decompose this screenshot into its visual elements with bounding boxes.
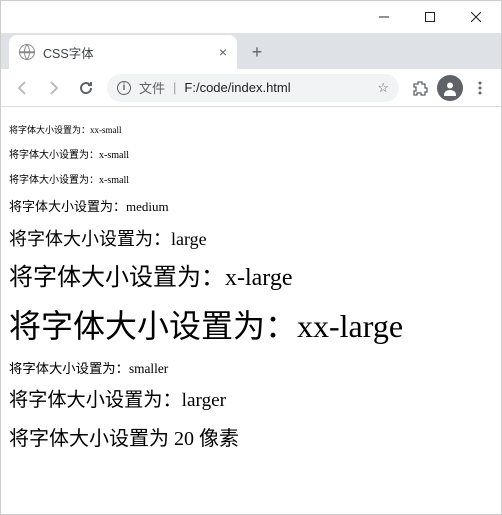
browser-tab[interactable]: CSS字体 × bbox=[9, 35, 237, 69]
url-separator: | bbox=[173, 80, 176, 95]
new-tab-button[interactable]: + bbox=[243, 38, 271, 66]
text-medium: 将字体大小设置为：medium bbox=[9, 199, 493, 216]
extensions-button[interactable] bbox=[405, 73, 435, 103]
text-xx-small: 将字体大小设置为：xx-small bbox=[9, 125, 493, 137]
globe-icon bbox=[19, 44, 35, 60]
forward-button[interactable] bbox=[39, 73, 69, 103]
window-maximize-button[interactable] bbox=[407, 2, 453, 32]
text-larger: 将字体大小设置为：larger bbox=[9, 389, 493, 414]
url-text: F:/code/index.html bbox=[184, 80, 369, 95]
window-minimize-button[interactable] bbox=[361, 2, 407, 32]
reload-button[interactable] bbox=[71, 73, 101, 103]
text-small: 将字体大小设置为：x-small bbox=[9, 174, 493, 187]
tab-close-icon[interactable]: × bbox=[219, 44, 227, 60]
menu-button[interactable] bbox=[465, 73, 495, 103]
text-x-large: 将字体大小设置为：x-large bbox=[9, 263, 493, 294]
page-content: 将字体大小设置为：xx-small 将字体大小设置为：x-small 将字体大小… bbox=[1, 107, 501, 470]
tab-strip: CSS字体 × + bbox=[1, 33, 501, 69]
browser-toolbar: i 文件 | F:/code/index.html ☆ bbox=[1, 69, 501, 107]
bookmark-star-icon[interactable]: ☆ bbox=[377, 80, 389, 96]
window-titlebar bbox=[1, 1, 501, 33]
info-icon[interactable]: i bbox=[117, 81, 131, 95]
text-large: 将字体大小设置为：large bbox=[9, 228, 493, 251]
back-button[interactable] bbox=[7, 73, 37, 103]
text-x-small: 将字体大小设置为：x-small bbox=[9, 149, 493, 162]
url-scheme-label: 文件 bbox=[139, 78, 165, 97]
text-20px: 将字体大小设置为 20 像素 bbox=[9, 426, 493, 452]
window-close-button[interactable] bbox=[453, 2, 499, 32]
text-xx-large: 将字体大小设置为：xx-large bbox=[9, 306, 493, 348]
text-smaller: 将字体大小设置为：smaller bbox=[9, 360, 493, 377]
tab-title: CSS字体 bbox=[43, 43, 211, 62]
address-bar[interactable]: i 文件 | F:/code/index.html ☆ bbox=[107, 74, 399, 102]
profile-avatar[interactable] bbox=[437, 75, 463, 101]
